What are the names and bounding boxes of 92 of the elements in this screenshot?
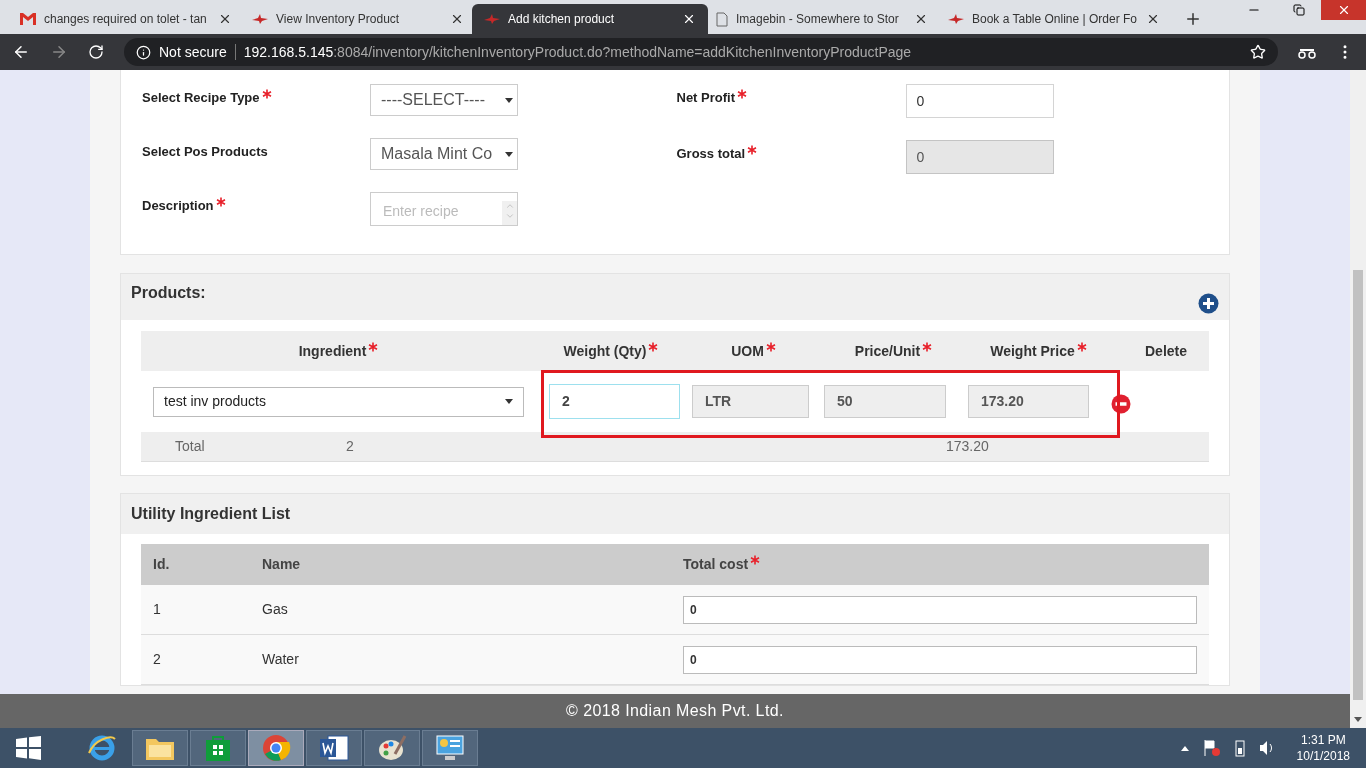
column-header: Total cost (683, 554, 1197, 575)
required-icon (368, 341, 379, 352)
cost-field[interactable]: 0 (683, 595, 1197, 624)
dropdown-caret-icon (505, 399, 513, 404)
section-title: Products: (131, 283, 206, 303)
close-icon[interactable] (914, 12, 928, 26)
ingredient-dropdown[interactable]: test inv products (153, 386, 524, 417)
taskbar-app[interactable] (364, 730, 420, 766)
security-label: Not secure (159, 42, 227, 62)
weight-field[interactable]: 2 (549, 384, 680, 419)
total-weight: 2 (346, 437, 355, 456)
field-label: Select Pos Products (142, 143, 269, 161)
table-cell-text: Gas (262, 600, 289, 619)
required-icon (922, 341, 933, 352)
close-icon[interactable] (1146, 12, 1160, 26)
total-weight-price: 173.20 (946, 437, 989, 456)
field-label: Select Recipe Type (142, 84, 370, 108)
column-header: Ingredient (141, 340, 536, 362)
required-icon (750, 555, 761, 565)
tab-title: Imagebin - Somewhere to Stor (736, 11, 900, 28)
close-icon[interactable] (218, 12, 232, 26)
add-icon[interactable] (1198, 292, 1219, 314)
tab-title: changes required on tolet - tan (44, 11, 208, 28)
speaker-icon[interactable] (1258, 740, 1275, 756)
column-header: Id. (153, 555, 171, 574)
palette-icon (377, 734, 407, 762)
required-icon (737, 89, 747, 99)
flag-icon[interactable] (1202, 739, 1221, 757)
control-panel-icon (435, 734, 465, 762)
required-icon (215, 197, 226, 207)
required-icon (747, 145, 758, 155)
battery-icon[interactable] (1234, 739, 1245, 757)
required-icon (261, 89, 272, 99)
column-header: UOM (686, 340, 821, 362)
dropdown-caret-icon (505, 151, 513, 157)
input-field[interactable]: 0 (905, 84, 1054, 118)
scrollbar-thumb[interactable] (1353, 270, 1363, 700)
uom-field: LTR (692, 385, 809, 418)
scroll-down-icon[interactable] (1354, 717, 1362, 722)
clock-time: 1:31 PM (1300, 732, 1346, 748)
reload-icon[interactable] (88, 44, 104, 60)
globe-e-icon (87, 733, 117, 763)
required-icon (765, 341, 776, 352)
column-header: Weight Price (966, 340, 1111, 362)
total-label: Total (174, 437, 206, 456)
column-header: Delete (1144, 341, 1188, 361)
close-icon[interactable] (450, 12, 464, 26)
tab-title: View Inventory Product (276, 11, 401, 28)
taskbar-app[interactable] (422, 730, 478, 766)
address-bar[interactable]: Not secure 192.168.5.145:8084/inventory/kitchenInventoryProduct.do?methodName=addKitchenInventoryProductPage (124, 38, 1278, 66)
tab-title: Book a Table Online | Order Fo (972, 11, 1138, 28)
chrome-icon (261, 733, 291, 763)
field-label: Gross total (676, 140, 906, 164)
taskbar-app[interactable] (190, 730, 246, 766)
restore-icon[interactable] (1292, 4, 1305, 16)
tab-title: Add kitchen product (508, 11, 616, 28)
taskbar-app[interactable] (132, 730, 188, 766)
back-icon[interactable] (12, 43, 30, 61)
required-icon (1076, 341, 1087, 352)
weight-price-field: 173.20 (968, 385, 1089, 418)
required-icon (648, 341, 659, 352)
dropdown[interactable]: Masala Mint Co (370, 138, 518, 170)
bookmark-star-icon[interactable] (1250, 44, 1266, 60)
clock-date: 10/1/2018 (1296, 748, 1350, 764)
column-header: Name (262, 555, 302, 574)
footer: © 2018 Indian Mesh Pvt. Ltd. (0, 694, 1350, 728)
taskbar-app[interactable] (248, 730, 304, 766)
browser-tab[interactable]: Add kitchen product (472, 4, 708, 34)
table-cell-text: 1 (153, 600, 162, 619)
close-icon[interactable] (682, 12, 696, 26)
forward-icon[interactable] (50, 43, 68, 61)
field-label: Net Profit (676, 84, 906, 108)
taskbar-app[interactable] (306, 730, 362, 766)
table-cell-text: Water (262, 650, 300, 669)
price-field: 50 (824, 385, 946, 418)
remove-icon[interactable] (1111, 393, 1131, 414)
section-title: Utility Ingredient List (131, 504, 291, 524)
url-text: 192.168.5.145:8084/inventory/kitchenInventoryProduct.do?methodName=addKitchenInventoryProductPage (243, 42, 912, 62)
document-w-icon (319, 734, 349, 762)
field-label: Description (142, 192, 370, 216)
dropdown-caret-icon (505, 97, 513, 103)
new-tab-icon[interactable] (1184, 10, 1202, 28)
document-icon (716, 11, 728, 27)
shopping-bag-icon (205, 734, 231, 762)
cost-field[interactable]: 0 (683, 645, 1197, 674)
table-cell-text: 2 (153, 650, 162, 669)
mail-icon (20, 13, 36, 25)
dropdown[interactable]: ----SELECT---- (370, 84, 518, 116)
column-header: Price/Unit (821, 340, 966, 362)
info-icon (136, 44, 151, 60)
column-header: Weight (Qty) (536, 340, 686, 362)
tray-arrow-icon[interactable] (1180, 745, 1189, 751)
